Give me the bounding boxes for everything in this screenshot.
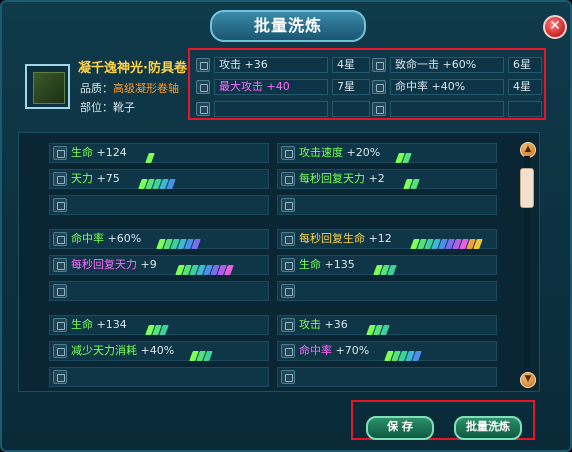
quality-value: 高级凝形卷轴	[113, 82, 179, 95]
slot-label: 部位：	[80, 101, 113, 114]
result-attr-name: 生命	[299, 258, 321, 271]
batch-refine-button[interactable]: 批量洗炼	[454, 416, 522, 440]
star-bars	[189, 346, 213, 361]
lock-icon[interactable]	[53, 370, 67, 384]
result-row-bg	[49, 281, 269, 301]
result-attr-value: +20%	[346, 146, 381, 159]
item-name: 凝千逸神光·防具卷	[78, 61, 187, 76]
item-slot[interactable]	[25, 64, 70, 109]
result-row-bg	[277, 281, 497, 301]
lock-icon[interactable]	[281, 172, 295, 186]
star-bars	[156, 234, 201, 249]
lock-icon[interactable]	[281, 232, 295, 246]
result-attr-value: +124	[96, 146, 127, 159]
lock-icon[interactable]	[53, 258, 67, 272]
result-attr-name: 每秒回复生命	[299, 232, 365, 245]
lock-icon[interactable]	[53, 146, 67, 160]
result-attr: 每秒回复天力 +2	[299, 169, 385, 189]
result-attr-value: +12	[368, 232, 392, 245]
result-attr: 生命 +134	[71, 315, 127, 335]
scrollbar[interactable]: ▲ ▼	[520, 138, 536, 388]
result-attr: 减少天力消耗 +40%	[71, 341, 174, 361]
lock-icon[interactable]	[281, 318, 295, 332]
result-attr-value: +75	[96, 172, 120, 185]
refine-results-panel: 生命 +124 攻击速度 +20% 天力 +75 每秒回复天力 +2 命中率 +60%…	[18, 132, 540, 392]
result-attr: 生命 +124	[71, 143, 127, 163]
lock-icon[interactable]	[53, 198, 67, 212]
result-attr-value: +36	[324, 318, 348, 331]
result-attr-name: 每秒回复天力	[299, 172, 365, 185]
save-button[interactable]: 保 存	[366, 416, 434, 440]
current-attributes-highlight	[188, 48, 546, 120]
star-bars	[145, 320, 169, 335]
result-attr-value: +70%	[335, 344, 370, 357]
result-attr: 攻击速度 +20%	[299, 143, 380, 163]
lock-icon[interactable]	[281, 344, 295, 358]
lock-icon[interactable]	[281, 146, 295, 160]
result-row-bg	[49, 195, 269, 215]
result-attr: 天力 +75	[71, 169, 120, 189]
result-attr: 命中率 +60%	[71, 229, 141, 249]
result-attr-name: 生命	[71, 318, 93, 331]
result-row-bg	[49, 367, 269, 387]
star-bars	[373, 260, 397, 275]
result-attr-value: +40%	[140, 344, 175, 357]
star-bars	[366, 320, 390, 335]
slot-value: 靴子	[113, 101, 135, 114]
quality-label: 品质：	[80, 82, 113, 95]
result-attr-name: 天力	[71, 172, 93, 185]
lock-icon[interactable]	[53, 232, 67, 246]
result-attr-value: +2	[368, 172, 385, 185]
result-attr-name: 命中率	[299, 344, 332, 357]
item-quality: 品质：高级凝形卷轴	[80, 80, 179, 96]
result-attr: 命中率 +70%	[299, 341, 369, 361]
result-attr-name: 攻击速度	[299, 146, 343, 159]
star-bars	[410, 234, 483, 249]
scroll-thumb[interactable]	[520, 168, 534, 208]
item-slot-type: 部位：靴子	[80, 99, 135, 115]
result-attr-name: 生命	[71, 146, 93, 159]
batch-refine-window: 批量洗炼 ✕ 凝千逸神光·防具卷 品质：高级凝形卷轴 部位：靴子 攻击 +36 4…	[0, 0, 572, 452]
window-title: 批量洗炼	[210, 10, 366, 42]
result-attr-value: +135	[324, 258, 355, 271]
lock-icon[interactable]	[53, 284, 67, 298]
lock-icon[interactable]	[53, 344, 67, 358]
star-bars	[403, 174, 420, 189]
result-attr-name: 每秒回复天力	[71, 258, 137, 271]
lock-icon[interactable]	[53, 172, 67, 186]
result-attr: 每秒回复生命 +12	[299, 229, 392, 249]
scroll-down-icon[interactable]: ▼	[520, 372, 536, 388]
item-icon	[33, 72, 65, 104]
lock-icon[interactable]	[281, 258, 295, 272]
star-bars	[175, 260, 234, 275]
lock-icon[interactable]	[281, 198, 295, 212]
lock-icon[interactable]	[281, 284, 295, 298]
result-attr-value: +9	[140, 258, 157, 271]
result-attr-value: +134	[96, 318, 127, 331]
star-bars	[384, 346, 422, 361]
result-attr: 攻击 +36	[299, 315, 348, 335]
result-attr-name: 攻击	[299, 318, 321, 331]
result-attr: 生命 +135	[299, 255, 355, 275]
result-row-bg	[277, 195, 497, 215]
close-icon[interactable]: ✕	[543, 15, 567, 39]
lock-icon[interactable]	[281, 370, 295, 384]
star-bars	[145, 148, 155, 163]
result-row-bg	[277, 367, 497, 387]
result-attr-name: 减少天力消耗	[71, 344, 137, 357]
result-attr-name: 命中率	[71, 232, 104, 245]
lock-icon[interactable]	[53, 318, 67, 332]
result-attr-value: +60%	[107, 232, 142, 245]
star-bars	[138, 174, 176, 189]
result-attr: 每秒回复天力 +9	[71, 255, 157, 275]
star-bars	[395, 148, 412, 163]
